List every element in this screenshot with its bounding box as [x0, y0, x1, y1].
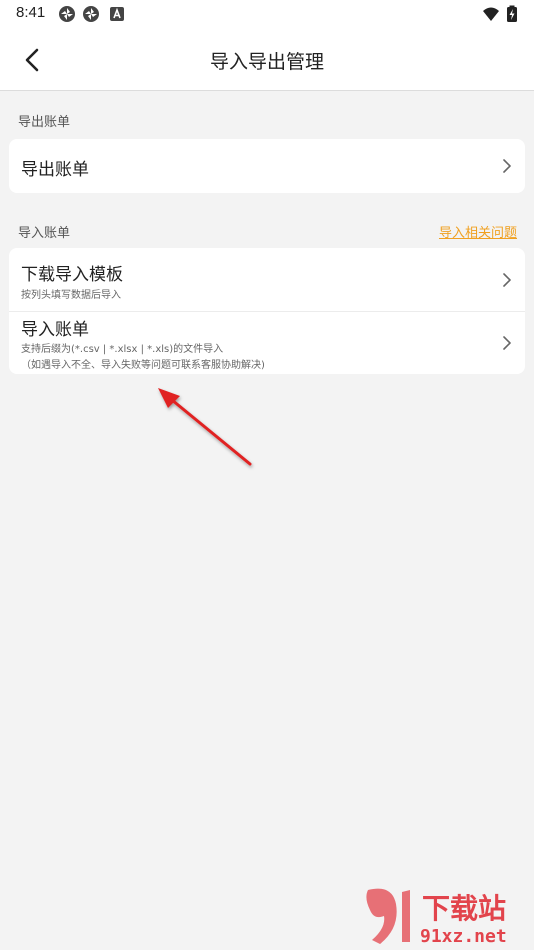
status-bar: 8:41: [0, 0, 534, 30]
watermark-brand-text: 下载站: [422, 892, 506, 925]
import-bill-title: 导入账单: [21, 320, 89, 340]
download-template-subtitle: 按列头填写数据后导入: [21, 290, 121, 301]
chevron-right-icon: [503, 273, 511, 287]
site-watermark: 下载站 91xz.net: [366, 888, 507, 947]
watermark-domain-text: 91xz.net: [420, 926, 507, 947]
download-template-title: 下载导入模板: [21, 265, 123, 285]
export-card: 导出账单: [9, 139, 525, 193]
import-section-label: 导入账单: [18, 226, 71, 241]
font-a-icon: [110, 7, 124, 21]
export-section-label: 导出账单: [18, 115, 71, 130]
import-bill-subtitle-formats: 支持后缀为(*.csv | *.xlsx | *.xls)的文件导入: [21, 344, 224, 355]
status-time: 8:41: [16, 4, 46, 21]
header: 导入导出管理: [0, 30, 534, 91]
download-template-row[interactable]: 下载导入模板 按列头填写数据后导入: [9, 248, 525, 311]
page-title: 导入导出管理: [209, 51, 324, 73]
import-help-link[interactable]: 导入相关问题: [439, 222, 517, 241]
wifi-icon: [483, 7, 499, 21]
chevron-right-icon: [503, 336, 511, 350]
chevron-right-icon: [503, 159, 511, 173]
export-bill-row[interactable]: 导出账单: [9, 139, 525, 193]
annotation-arrow: [158, 388, 252, 466]
app-notification-icon: [59, 6, 75, 22]
export-bill-title: 导出账单: [21, 160, 89, 180]
import-bill-row[interactable]: 导入账单 支持后缀为(*.csv | *.xlsx | *.xls)的文件导入 …: [9, 312, 525, 374]
battery-charging-icon: [507, 5, 517, 22]
import-bill-subtitle-help: （如遇导入不全、导入失败等问题可联系客服协助解决): [21, 360, 265, 371]
import-card: 下载导入模板 按列头填写数据后导入 导入账单 支持后缀为(*.csv | *.x…: [9, 248, 525, 374]
app-notification-icon: [83, 6, 99, 22]
